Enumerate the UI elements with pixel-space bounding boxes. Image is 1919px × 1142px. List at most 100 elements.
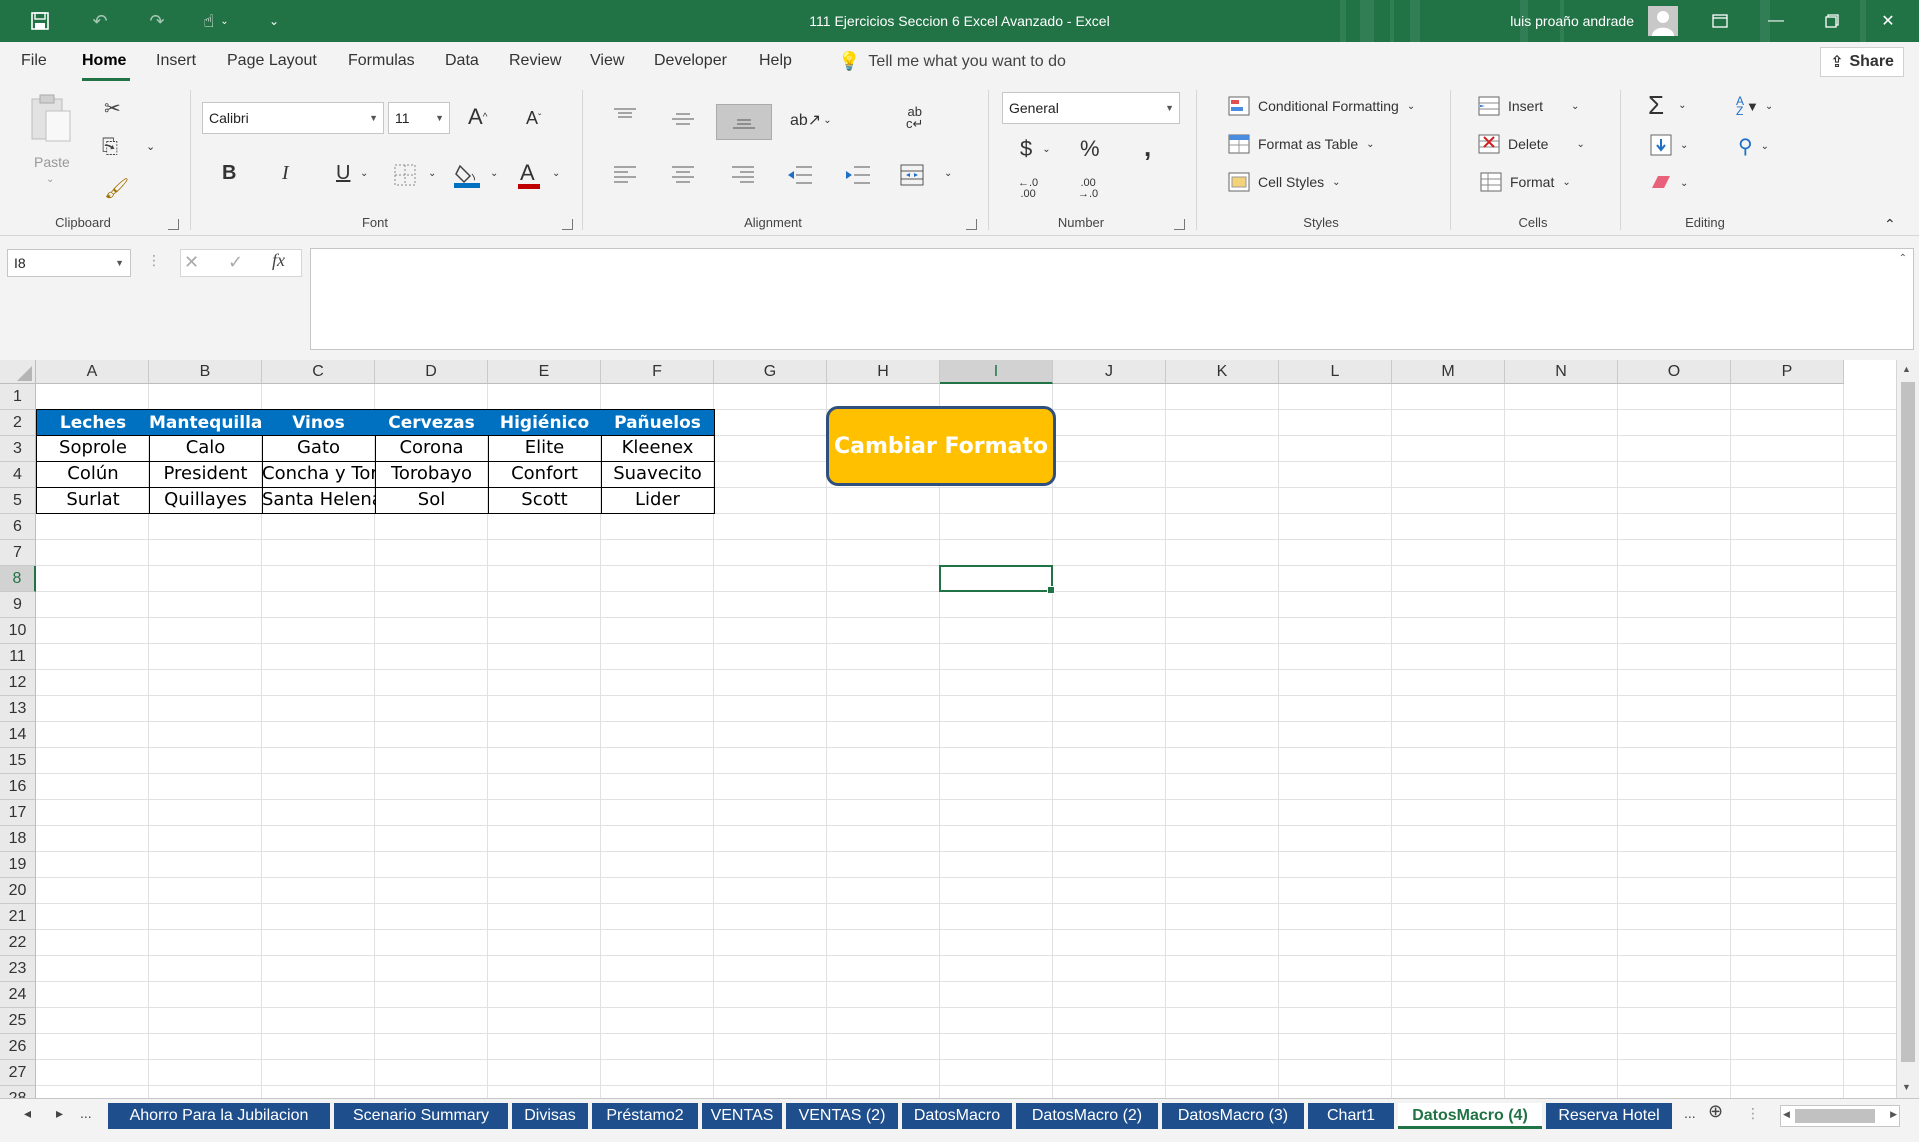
sort-filter-icon[interactable]: A Z ▼ ⌄ xyxy=(1736,95,1773,117)
paste-icon[interactable] xyxy=(28,94,78,144)
row-header-6[interactable]: 6 xyxy=(0,514,36,540)
sheet-tab[interactable]: DatosMacro (4) xyxy=(1398,1103,1542,1129)
align-middle-icon[interactable] xyxy=(672,112,694,126)
sheet-tab[interactable]: VENTAS xyxy=(702,1103,782,1129)
column-header-c[interactable]: C xyxy=(262,360,375,384)
table-cell[interactable]: Kleenex xyxy=(601,435,715,462)
delete-cells-button[interactable]: Delete ⌄ xyxy=(1478,134,1585,154)
tell-me-box[interactable]: 💡 Tell me what you want to do xyxy=(838,51,1066,72)
align-top-icon[interactable] xyxy=(614,108,636,122)
tab-data[interactable]: Data xyxy=(445,52,479,70)
tab-file[interactable]: File xyxy=(21,52,47,70)
increase-indent-icon[interactable] xyxy=(846,166,870,184)
table-cell[interactable]: Calo xyxy=(149,435,263,462)
tab-view[interactable]: View xyxy=(590,52,624,70)
tab-page-layout[interactable]: Page Layout xyxy=(227,52,317,70)
table-cell[interactable]: Suavecito xyxy=(601,461,715,488)
row-header-24[interactable]: 24 xyxy=(0,982,36,1008)
insert-function-icon[interactable]: fx xyxy=(272,250,285,271)
column-header-p[interactable]: P xyxy=(1731,360,1844,384)
row-header-12[interactable]: 12 xyxy=(0,670,36,696)
user-name[interactable]: luis proaño andrade xyxy=(1510,0,1634,42)
table-cell[interactable]: Corona xyxy=(375,435,489,462)
underline-button[interactable]: U xyxy=(336,162,350,185)
tab-split-icon[interactable]: ⋮ xyxy=(1746,1105,1760,1122)
font-name-combo[interactable]: Calibri ▼ xyxy=(202,102,384,134)
tab-developer[interactable]: Developer xyxy=(654,52,727,70)
row-header-13[interactable]: 13 xyxy=(0,696,36,722)
sheet-tab[interactable]: Divisas xyxy=(512,1103,588,1129)
font-color-dropdown-icon[interactable]: ⌄ xyxy=(552,168,560,179)
decrease-decimal-icon[interactable]: .00 →.0 xyxy=(1078,178,1098,200)
table-cell[interactable]: Elite xyxy=(488,435,602,462)
table-cell[interactable]: Quillayes xyxy=(149,487,263,514)
tab-help[interactable]: Help xyxy=(759,52,792,70)
row-header-23[interactable]: 23 xyxy=(0,956,36,982)
row-header-11[interactable]: 11 xyxy=(0,644,36,670)
wrap-text-icon[interactable]: ab c↵ xyxy=(906,105,923,130)
minimize-icon[interactable]: — xyxy=(1748,0,1804,42)
row-header-14[interactable]: 14 xyxy=(0,722,36,748)
percent-button[interactable]: % xyxy=(1080,136,1100,162)
share-button[interactable]: ⇪ Share xyxy=(1820,47,1904,77)
tab-insert[interactable]: Insert xyxy=(156,52,196,70)
autosum-icon[interactable]: Σ ⌄ xyxy=(1648,90,1686,121)
restore-icon[interactable] xyxy=(1804,0,1860,42)
fill-color-icon[interactable] xyxy=(454,162,480,188)
align-bottom-button[interactable] xyxy=(716,104,772,140)
table-cell[interactable]: Gato xyxy=(262,435,376,462)
avatar[interactable] xyxy=(1648,6,1678,36)
formula-input[interactable]: ⌃ xyxy=(310,248,1914,350)
sheet-tab[interactable]: DatosMacro (2) xyxy=(1016,1103,1158,1129)
format-painter-icon[interactable]: 🖌 xyxy=(104,176,129,201)
row-header-26[interactable]: 26 xyxy=(0,1034,36,1060)
table-cell[interactable]: Colún xyxy=(36,461,150,488)
row-header-28[interactable]: 28 xyxy=(0,1086,36,1098)
format-as-table-button[interactable]: Format as Table ⌄ xyxy=(1228,134,1375,154)
table-header-cell[interactable]: Pañuelos xyxy=(601,409,715,436)
clear-icon[interactable]: ⌄ xyxy=(1650,174,1688,192)
table-header-cell[interactable]: Mantequillas xyxy=(149,409,263,436)
scroll-up-icon[interactable]: ▲ xyxy=(1902,364,1911,374)
copy-icon[interactable]: ⎘ xyxy=(102,136,118,159)
row-header-17[interactable]: 17 xyxy=(0,800,36,826)
row-header-22[interactable]: 22 xyxy=(0,930,36,956)
alignment-launcher-icon[interactable] xyxy=(966,219,977,230)
scroll-left-icon[interactable]: ◀ xyxy=(1783,1109,1790,1120)
tab-formulas[interactable]: Formulas xyxy=(348,52,415,70)
more-sheets-left[interactable]: ... xyxy=(80,1105,92,1121)
clipboard-launcher-icon[interactable] xyxy=(168,219,179,230)
tab-review[interactable]: Review xyxy=(509,52,561,70)
font-size-combo[interactable]: 11 ▼ xyxy=(388,102,450,134)
row-header-25[interactable]: 25 xyxy=(0,1008,36,1034)
table-cell[interactable]: Scott xyxy=(488,487,602,514)
paste-dropdown-icon[interactable]: ⌄ xyxy=(46,174,54,185)
ribbon-display-icon[interactable] xyxy=(1692,0,1748,42)
sheet-tab[interactable]: Scenario Summary xyxy=(334,1103,508,1129)
tab-home[interactable]: Home xyxy=(82,52,126,70)
column-header-k[interactable]: K xyxy=(1166,360,1279,384)
table-cell[interactable]: Santa Helena xyxy=(262,487,376,514)
collapse-formula-bar-icon[interactable]: ⌃ xyxy=(1899,253,1907,264)
column-header-a[interactable]: A xyxy=(36,360,149,384)
bold-button[interactable]: B xyxy=(222,162,236,185)
number-launcher-icon[interactable] xyxy=(1174,219,1185,230)
sheet-tab[interactable]: Reserva Hotel xyxy=(1546,1103,1672,1129)
borders-icon[interactable] xyxy=(394,164,416,186)
sheet-tab[interactable]: Préstamo2 xyxy=(592,1103,698,1129)
row-header-9[interactable]: 9 xyxy=(0,592,36,618)
table-cell[interactable]: President xyxy=(149,461,263,488)
row-header-2[interactable]: 2 xyxy=(0,410,36,436)
table-cell[interactable]: Sol xyxy=(375,487,489,514)
collapse-ribbon-icon[interactable]: ⌃ xyxy=(1884,216,1896,233)
row-header-20[interactable]: 20 xyxy=(0,878,36,904)
horizontal-scroll-thumb[interactable] xyxy=(1795,1109,1875,1123)
underline-dropdown-icon[interactable]: ⌄ xyxy=(360,168,368,179)
sheet-tab[interactable]: Chart1 xyxy=(1308,1103,1394,1129)
fill-icon[interactable]: ⌄ xyxy=(1650,134,1688,156)
table-cell[interactable]: Concha y Toro xyxy=(262,461,376,488)
cambiar-formato-button[interactable]: Cambiar Formato xyxy=(826,406,1056,486)
merge-center-icon[interactable] xyxy=(900,164,924,186)
table-header-cell[interactable]: Cervezas xyxy=(375,409,489,436)
vertical-scroll-thumb[interactable] xyxy=(1901,382,1915,1062)
